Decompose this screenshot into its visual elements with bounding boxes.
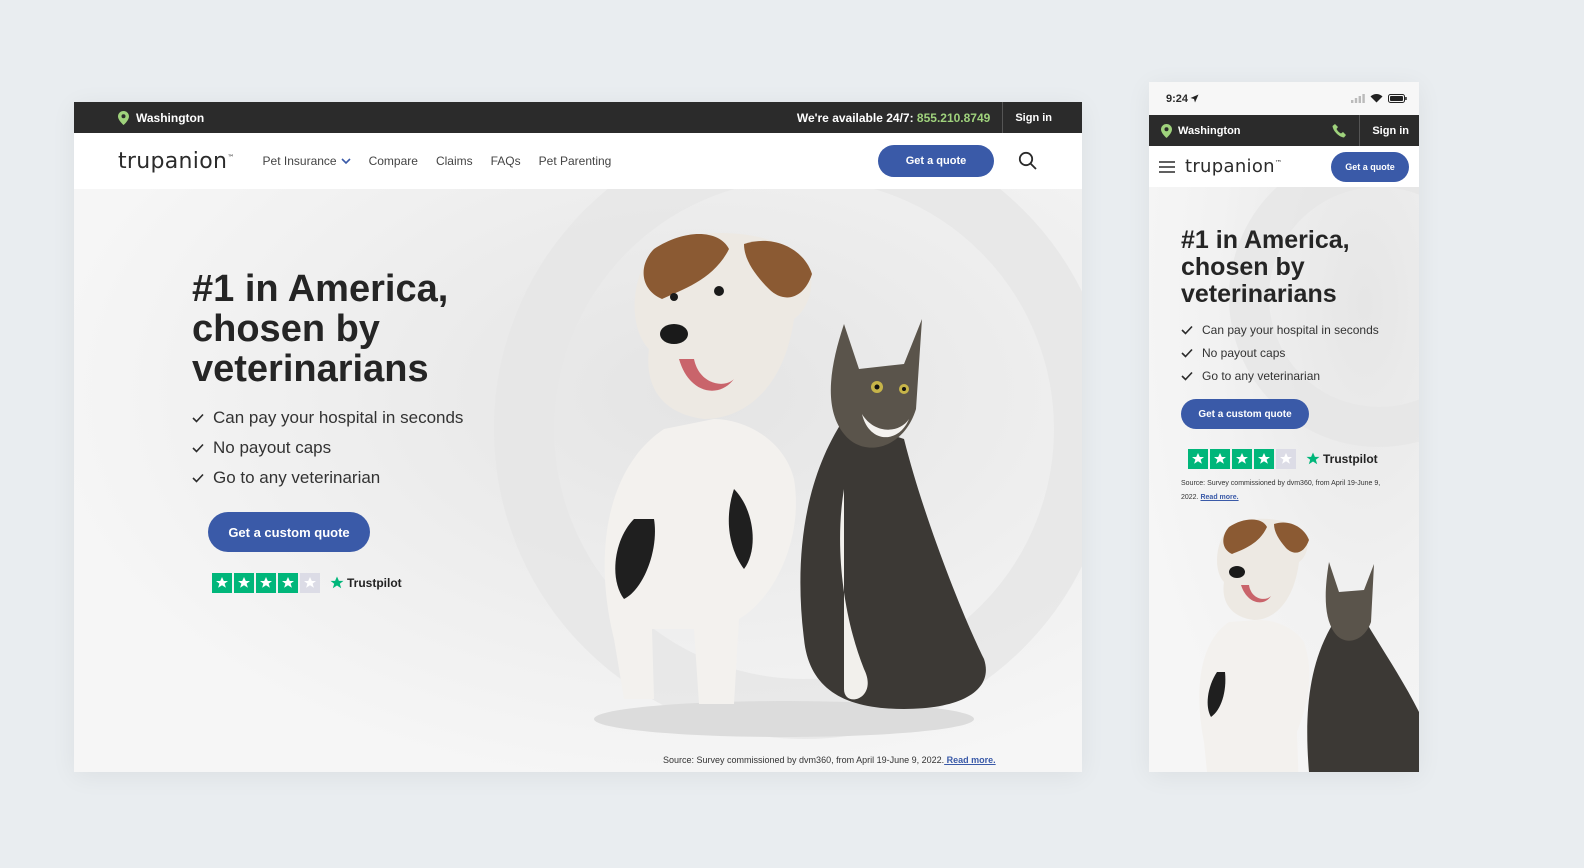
nav-item-label: Pet Insurance [262,154,337,168]
star-icon [1254,449,1274,469]
utility-bar: Washington Sign in [1149,115,1419,146]
location-selector[interactable]: Washington [118,110,205,125]
star-empty-icon [300,573,320,593]
get-a-quote-button[interactable]: Get a quote [878,145,994,177]
checkmark-icon [192,443,204,453]
sign-in-link[interactable]: Sign in [1372,125,1409,137]
star-icon [1232,449,1252,469]
logo-text: trupanion [118,148,228,174]
source-note: Source: Survey commissioned by dvm360, f… [663,755,996,765]
star-icon [278,573,298,593]
nav-item-claims[interactable]: Claims [436,154,473,168]
chevron-down-icon [341,158,351,165]
desktop-preview: Washington We're available 24/7: 855.210… [74,102,1082,772]
benefit-text: No payout caps [213,438,332,457]
source-text: Source: Survey commissioned by dvm360, f… [663,755,945,765]
source-note: Source: Survey commissioned by dvm360, f… [1181,477,1381,505]
checkmark-icon [1181,325,1193,335]
logo-trademark: ™ [227,153,235,162]
nav-item-pet-parenting[interactable]: Pet Parenting [539,154,612,168]
get-custom-quote-button[interactable]: Get a custom quote [1181,399,1309,429]
checkmark-icon [1181,348,1193,358]
trupanion-logo[interactable]: trupanion™ [1185,156,1282,177]
location-arrow-icon [1190,94,1199,103]
get-custom-quote-button[interactable]: Get a custom quote [208,512,370,552]
star-icon [212,573,232,593]
phone-icon[interactable] [1332,123,1347,138]
benefit-item: Go to any veterinarian [1181,364,1379,387]
trupanion-logo[interactable]: trupanion™ [118,149,235,174]
divider [1002,102,1004,133]
benefit-text: Go to any veterinarian [1202,368,1321,383]
benefit-text: No payout caps [1202,345,1286,360]
wifi-icon [1370,94,1383,103]
nav-item-pet-insurance[interactable]: Pet Insurance [263,154,351,168]
hero-section: #1 in America, chosen by veterinarians C… [74,189,1082,772]
mobile-preview: 9:24 Washington Sign in trupanion™ Get a… [1149,82,1419,772]
location-label: Washington [1178,124,1241,137]
status-bar: 9:24 [1149,82,1419,115]
benefit-list: Can pay your hospital in seconds No payo… [1181,318,1379,387]
battery-icon [1388,94,1407,103]
trustpilot-rating[interactable]: Trustpilot [212,573,402,593]
benefit-item: Can pay your hospital in seconds [1181,318,1379,341]
star-empty-icon [1276,449,1296,469]
star-icon [1188,449,1208,469]
sign-in-link[interactable]: Sign in [1015,112,1052,124]
nav-menu: Pet Insurance Compare Claims FAQs Pet Pa… [263,154,612,168]
main-nav: trupanion™ Pet Insurance Compare Claims … [74,133,1082,189]
star-icon [234,573,254,593]
phone-link[interactable]: 855.210.8749 [917,111,990,125]
star-icon [256,573,276,593]
location-label: Washington [136,110,205,125]
benefit-item: Go to any veterinarian [192,463,463,493]
star-rating [1188,449,1296,469]
benefit-item: No payout caps [192,433,463,463]
get-a-quote-button[interactable]: Get a quote [1331,151,1409,182]
trustpilot-star-icon [1306,452,1320,465]
benefit-text: Can pay your hospital in seconds [213,408,464,427]
star-rating [212,573,320,593]
status-time: 9:24 [1166,92,1189,105]
checkmark-icon [1181,371,1193,381]
dog-and-cat-image [594,232,986,737]
trustpilot-logo: Trustpilot [1306,452,1378,466]
search-icon[interactable] [1018,151,1038,171]
availability-text: We're available 24/7: 855.210.8749 [797,111,1002,125]
checkmark-icon [192,413,204,423]
main-nav: trupanion™ Get a quote [1149,146,1419,187]
benefit-item: Can pay your hospital in seconds [192,403,463,433]
utility-bar: Washington We're available 24/7: 855.210… [74,102,1082,133]
benefit-text: Can pay your hospital in seconds [1202,322,1379,337]
location-pin-icon [1161,123,1172,138]
benefit-text: Go to any veterinarian [213,468,381,487]
read-more-link[interactable]: Read more. [1200,494,1238,501]
location-selector[interactable]: Washington [1161,123,1241,138]
star-icon [1210,449,1230,469]
hero-section: #1 in America, chosen by veterinarians C… [1149,187,1419,772]
trustpilot-rating[interactable]: Trustpilot [1188,449,1378,469]
divider [1359,115,1361,146]
trustpilot-name: Trustpilot [1323,452,1378,466]
trustpilot-logo: Trustpilot [330,576,402,590]
checkmark-icon [192,473,204,483]
logo-text: trupanion [1185,156,1275,177]
hero-headline: #1 in America, chosen by veterinarians [192,268,449,390]
benefit-item: No payout caps [1181,341,1379,364]
signal-icon [1351,94,1365,103]
hamburger-menu-icon[interactable] [1159,160,1175,173]
trustpilot-name: Trustpilot [347,576,402,590]
dog-and-cat-image [1199,518,1419,772]
trustpilot-star-icon [330,576,344,589]
hero-headline: #1 in America, chosen by veterinarians [1181,226,1350,308]
logo-trademark: ™ [1274,159,1283,167]
location-pin-icon [118,110,129,125]
read-more-link[interactable]: Read more. [944,755,996,765]
availability-label: We're available 24/7: [796,110,917,125]
nav-item-compare[interactable]: Compare [369,154,418,168]
nav-item-faqs[interactable]: FAQs [491,154,521,168]
benefit-list: Can pay your hospital in seconds No payo… [192,403,463,493]
